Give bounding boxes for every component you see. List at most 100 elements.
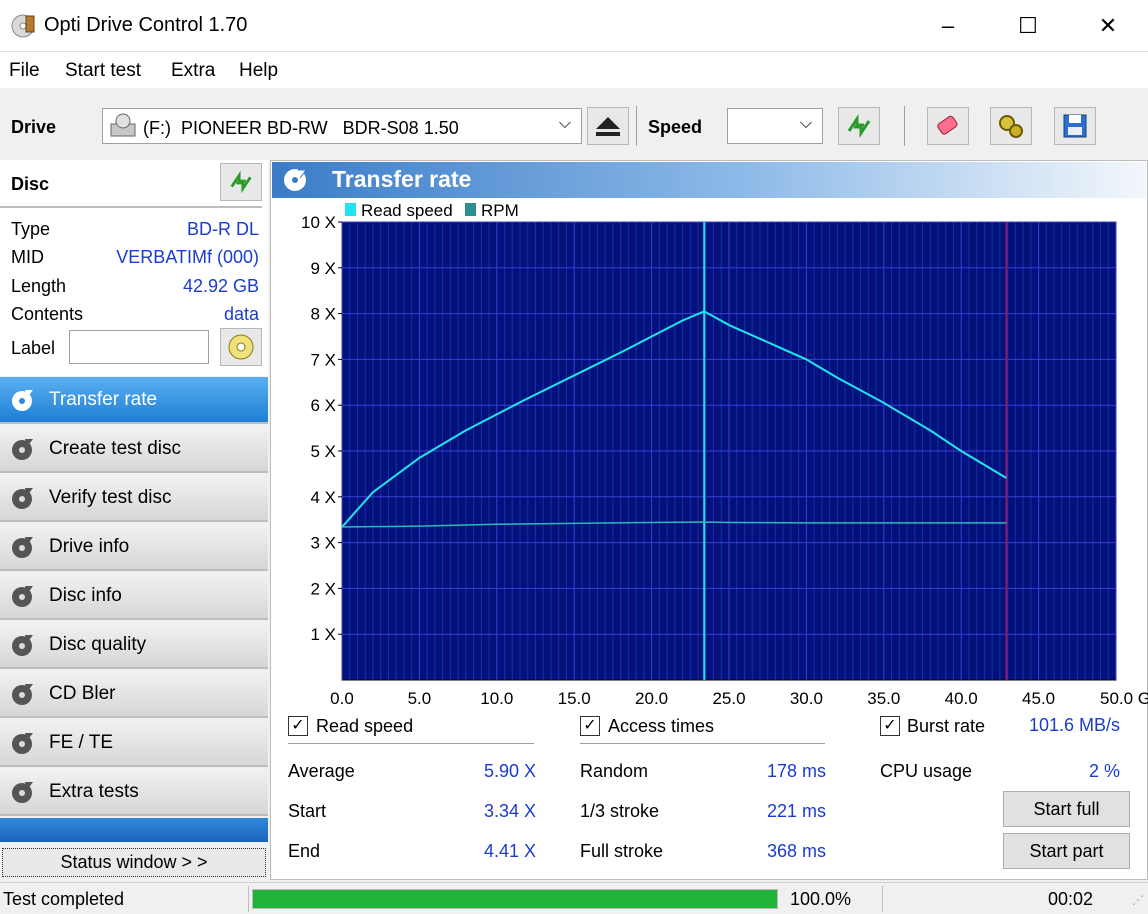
y-tick-label: 3 X: [310, 534, 336, 553]
nav-item-label: Extra tests: [49, 780, 139, 802]
length-label: Length: [11, 276, 67, 296]
nav-cd-bler[interactable]: CD Bler: [0, 671, 268, 718]
disc-test-icon: [12, 634, 33, 656]
type-label: Type: [11, 219, 51, 239]
window-title: Opti Drive Control 1.70: [44, 14, 248, 36]
burst-rate-label: Burst rate: [907, 716, 986, 736]
save-button[interactable]: [1054, 107, 1096, 145]
full-stroke-value: 368 ms: [766, 841, 826, 861]
panel-title: Transfer rate: [332, 166, 472, 192]
nav-fe-te[interactable]: FE / TE: [0, 720, 268, 767]
drive-value: (F:) PIONEER BD-RW BDR-S08 1.50: [143, 118, 459, 138]
legend-swatch: [345, 203, 356, 216]
close-button[interactable]: ✕: [1068, 0, 1148, 52]
y-tick-label: 8 X: [310, 305, 336, 324]
nav-disc-info[interactable]: Disc info: [0, 573, 268, 620]
third-stroke-value: 221 ms: [766, 801, 826, 821]
disc-test-icon: [12, 732, 33, 754]
start-value: 3.34 X: [483, 801, 536, 821]
disc-test-icon: [12, 781, 33, 803]
toolbar: Drive (F:) PIONEER BD-RW BDR-S08 1.50 ⌵ …: [0, 88, 1148, 160]
nav-transfer-rate[interactable]: Transfer rate: [0, 377, 268, 424]
disc-test-icon: [12, 536, 33, 558]
resize-grip-icon[interactable]: ⋰: [1132, 893, 1144, 907]
y-tick-label: 5 X: [310, 442, 336, 461]
maximize-button[interactable]: ☐: [988, 0, 1068, 52]
progress-fill: [253, 890, 777, 908]
read-speed-checkbox[interactable]: ✓: [288, 716, 308, 736]
menu-help[interactable]: Help: [239, 60, 278, 82]
status-text: Test completed: [3, 889, 125, 909]
y-tick-label: 4 X: [310, 488, 336, 507]
disc-panel: Disc Type BD-R DL MID VERBATIMf (000) Le…: [0, 160, 268, 376]
refresh-speed-button[interactable]: [838, 107, 880, 145]
contents-label: Contents: [11, 304, 84, 324]
status-window-button[interactable]: Status window > >: [2, 848, 266, 877]
write-label-button[interactable]: [220, 328, 262, 366]
y-tick-label: 6 X: [310, 396, 336, 415]
access-times-label: Access times: [608, 716, 715, 736]
drive-icon: [110, 113, 136, 137]
nav-item-label: FE / TE: [49, 731, 114, 753]
status-divider: [882, 886, 883, 912]
menu-start-test[interactable]: Start test: [65, 60, 141, 82]
start-full-button[interactable]: Start full: [1003, 791, 1130, 827]
eraser-icon: [937, 115, 958, 135]
x-tick-label: 5.0: [408, 689, 432, 708]
nav-drive-info[interactable]: Drive info: [0, 524, 268, 571]
full-stroke-label: Full stroke: [580, 841, 664, 861]
y-tick-label: 2 X: [310, 579, 336, 598]
start-part-button[interactable]: Start part: [1003, 833, 1130, 869]
minimize-button[interactable]: –: [908, 0, 988, 52]
status-bar: Test completed 100.0% 00:02 ⋰: [0, 882, 1148, 914]
y-tick-label: 10 X: [301, 213, 336, 232]
drive-label: Drive: [11, 117, 57, 137]
eject-button[interactable]: [587, 107, 629, 145]
contents-value: data: [223, 304, 259, 324]
settings-button[interactable]: [990, 107, 1032, 145]
refresh-arrows-icon: [847, 114, 871, 138]
x-tick-label: 0.0: [330, 689, 354, 708]
menu-file[interactable]: File: [9, 60, 40, 82]
chevron-down-icon: ⌵: [558, 115, 571, 132]
erase-button[interactable]: [927, 107, 969, 145]
random-label: Random: [580, 761, 649, 781]
refresh-disc-button[interactable]: [220, 163, 262, 201]
nav-item-label: Disc info: [49, 584, 122, 606]
nav-create-test-disc[interactable]: Create test disc: [0, 426, 268, 473]
speed-select[interactable]: ⌵: [727, 108, 823, 144]
label-label: Label: [11, 338, 56, 358]
status-divider: [248, 886, 249, 912]
disc-test-icon: [12, 438, 33, 460]
disc-title: Disc: [11, 174, 50, 194]
transfer-rate-icon: [284, 169, 307, 191]
disc-test-icon: [12, 487, 33, 509]
cpu-usage-value: 2 %: [1088, 761, 1120, 781]
burst-rate-checkbox[interactable]: ✓: [880, 716, 900, 736]
end-label: End: [288, 841, 321, 861]
x-tick-label: 50.0 GB: [1100, 689, 1148, 708]
menu-extra[interactable]: Extra: [171, 60, 215, 82]
disc-test-icon: [12, 585, 33, 607]
legend-label: RPM: [481, 201, 519, 220]
close-icon: ✕: [1098, 13, 1118, 38]
x-tick-label: 40.0: [945, 689, 978, 708]
legend-label: Read speed: [361, 201, 453, 220]
minimize-icon: –: [941, 13, 955, 38]
x-tick-label: 15.0: [558, 689, 591, 708]
gears-icon: [999, 115, 1023, 138]
nav-extra-tests[interactable]: Extra tests: [0, 769, 268, 816]
access-times-checkbox[interactable]: ✓: [580, 716, 600, 736]
nav-verify-test-disc[interactable]: Verify test disc: [0, 475, 268, 522]
nav-disc-quality[interactable]: Disc quality: [0, 622, 268, 669]
y-tick-label: 7 X: [310, 350, 336, 369]
separator: [580, 743, 825, 744]
cd-icon: [228, 334, 254, 360]
label-input[interactable]: [69, 330, 209, 364]
floppy-disk-icon: [1063, 114, 1087, 138]
random-value: 178 ms: [766, 761, 826, 781]
drive-select[interactable]: (F:) PIONEER BD-RW BDR-S08 1.50 ⌵: [102, 108, 582, 144]
chevron-down-icon: ⌵: [799, 115, 812, 132]
cpu-usage-label: CPU usage: [880, 761, 973, 781]
disc-test-icon: [12, 683, 33, 705]
